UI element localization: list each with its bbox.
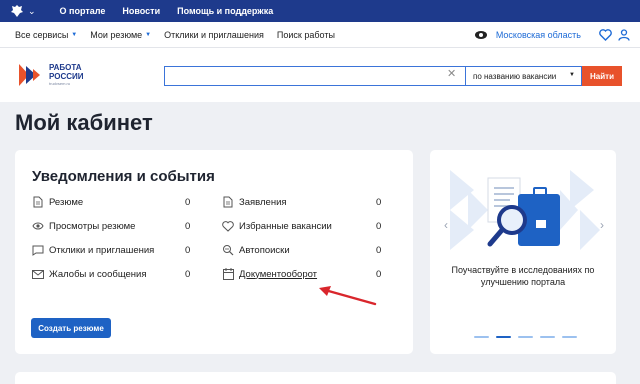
nav-my-resumes[interactable]: Мои резюме ▼ (90, 30, 151, 40)
promo-carousel: ‹ › Поучаствуйте в исследованиях по улуч… (430, 150, 616, 354)
nav-responses[interactable]: Отклики и приглашения (164, 30, 264, 40)
list-item-label: Просмотры резюме (49, 220, 136, 232)
list-item-label: Избранные вакансии (239, 220, 332, 232)
heart-icon (222, 220, 234, 232)
notifications-card: Уведомления и события Резюме 0 Просмотры… (15, 150, 413, 354)
carousel-dots (474, 336, 584, 338)
brand-line-2: РОССИИ (49, 72, 84, 81)
top-link-about[interactable]: О портале (60, 6, 106, 16)
count-badge: 0 (376, 196, 382, 208)
autosearch-icon (222, 244, 234, 256)
coat-of-arms-icon[interactable] (10, 4, 24, 18)
list-item-label: Автопоиски (239, 244, 290, 256)
main-nav: Все сервисы ▼ Мои резюме ▼ Отклики и при… (0, 22, 640, 48)
calendar-icon (222, 268, 234, 280)
promo-caption: Поучаствуйте в исследованиях по улучшени… (451, 265, 595, 287)
list-item-autosearches[interactable]: Автопоиски 0 (222, 243, 392, 257)
chevron-right-icon[interactable]: › (600, 218, 604, 232)
nav-my-resumes-label: Мои резюме (90, 29, 143, 40)
eye-icon (32, 220, 44, 232)
list-item-label: Отклики и приглашения (49, 244, 155, 256)
site-logo[interactable]: РАБОТА РОССИИ trudvsem.ru (15, 60, 84, 90)
search-scope-select[interactable]: по названию вакансии ▼ (465, 66, 582, 86)
carousel-dot[interactable] (474, 336, 489, 338)
carousel-dot[interactable] (518, 336, 533, 338)
envelope-icon (32, 268, 44, 280)
top-link-help[interactable]: Помощь и поддержка (177, 6, 273, 16)
list-item-label: Жалобы и сообщения (49, 268, 147, 280)
list-item-favorite-vacancies[interactable]: Избранные вакансии 0 (222, 219, 392, 233)
carousel-dot[interactable] (540, 336, 555, 338)
search-input[interactable] (164, 66, 465, 86)
accessibility-eye-icon[interactable] (474, 31, 487, 39)
count-badge: 0 (185, 268, 191, 280)
document-icon (222, 196, 234, 208)
list-item-label: Заявления (239, 196, 287, 208)
rabota-rossii-logo-icon (19, 64, 40, 86)
list-item-applications[interactable]: Заявления 0 (222, 195, 392, 209)
chevron-left-icon[interactable]: ‹ (444, 218, 448, 232)
chevron-down-icon[interactable]: ⌄ (28, 6, 36, 17)
nav-job-search[interactable]: Поиск работы (277, 30, 335, 40)
search-button[interactable]: Найти (582, 66, 622, 86)
clear-icon[interactable]: ✕ (447, 67, 456, 80)
list-item-resume-views[interactable]: Просмотры резюме 0 (32, 219, 212, 233)
count-badge: 0 (376, 220, 382, 232)
chat-icon (32, 244, 44, 256)
top-bar: ⌄ О портале Новости Помощь и поддержка (0, 0, 640, 22)
brand-line-1: РАБОТА (49, 63, 82, 72)
nav-responses-label: Отклики и приглашения (164, 29, 264, 40)
nav-all-services-label: Все сервисы (15, 29, 69, 40)
brand-domain: trudvsem.ru (49, 81, 71, 86)
list-item-resume[interactable]: Резюме 0 (32, 195, 212, 209)
count-badge: 0 (376, 244, 382, 256)
carousel-dot[interactable] (562, 336, 577, 338)
count-badge: 0 (185, 244, 191, 256)
research-illustration-icon (450, 170, 600, 250)
document-icon (32, 196, 44, 208)
caret-down-icon: ▼ (71, 31, 78, 38)
nav-all-services[interactable]: Все сервисы ▼ (15, 30, 77, 40)
page-title: Мой кабинет (15, 110, 153, 135)
nav-job-search-label: Поиск работы (276, 29, 335, 40)
search-scope-value: по названию вакансии (473, 71, 557, 81)
list-item-responses[interactable]: Отклики и приглашения 0 (32, 243, 212, 257)
count-badge: 0 (376, 268, 382, 280)
count-badge: 0 (185, 196, 191, 208)
user-profile-icon[interactable] (618, 29, 630, 41)
create-resume-button[interactable]: Создать резюме (31, 318, 111, 338)
list-item-document-flow[interactable]: Документооборот 0 (222, 267, 392, 281)
site-header: РАБОТА РОССИИ trudvsem.ru ✕ по названию … (0, 48, 640, 102)
carousel-dot-active[interactable] (496, 336, 511, 338)
next-card (15, 372, 616, 384)
notifications-title: Уведомления и события (32, 168, 215, 185)
region-selector[interactable]: Московская область (496, 30, 581, 40)
list-item-label: Резюме (49, 196, 84, 208)
top-link-news[interactable]: Новости (122, 6, 160, 16)
list-item-complaints[interactable]: Жалобы и сообщения 0 (32, 267, 212, 281)
count-badge: 0 (185, 220, 191, 232)
caret-down-icon: ▼ (145, 31, 152, 38)
caret-down-icon: ▼ (569, 72, 575, 78)
document-flow-link[interactable]: Документооборот (239, 269, 317, 280)
favorites-heart-icon[interactable] (599, 29, 612, 41)
annotation-arrow-icon (319, 286, 377, 306)
